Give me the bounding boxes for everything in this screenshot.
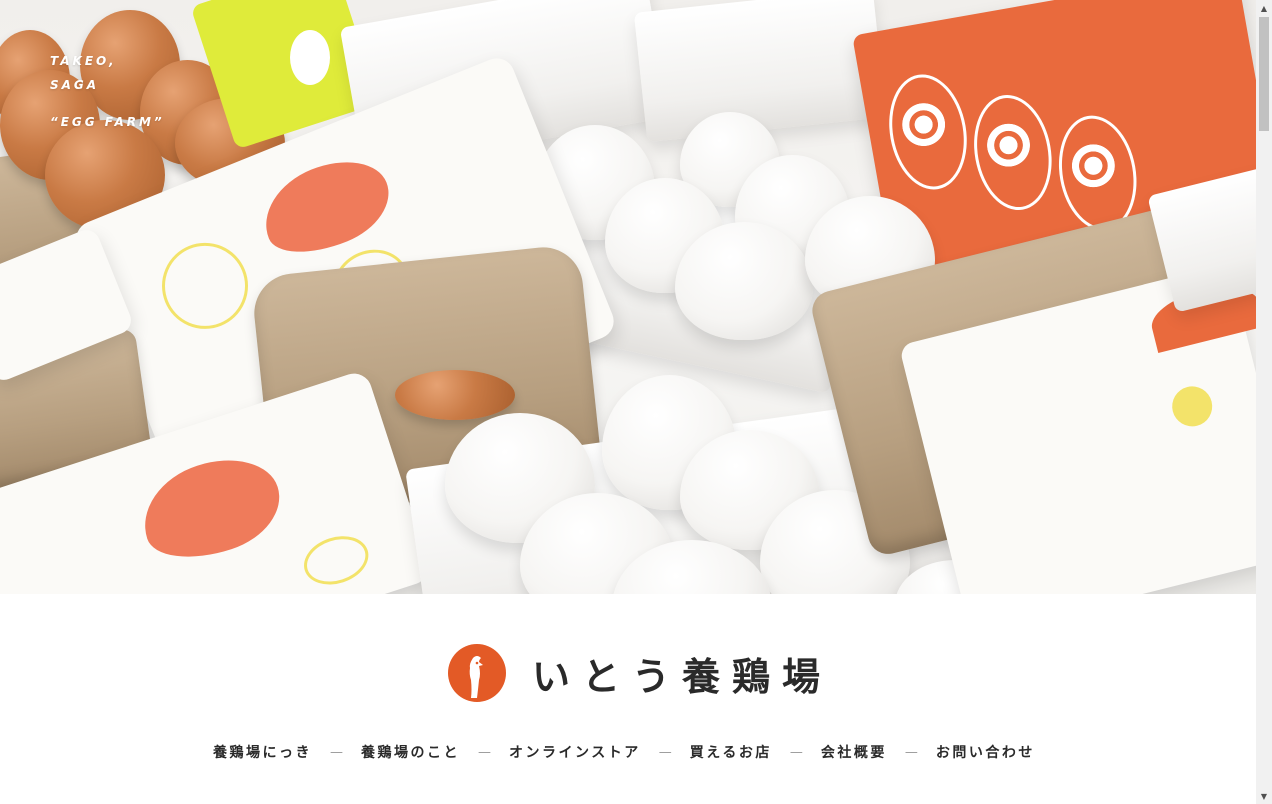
nav-link-about-farm[interactable]: 養鶏場のこと (361, 742, 460, 762)
nav-separator: — (330, 744, 343, 760)
nav-link-online-store[interactable]: オンラインストア (509, 742, 641, 762)
hero-tagline-line1: TAKEO, (50, 54, 117, 68)
nav-separator: — (478, 744, 491, 760)
main-nav: 養鶏場にっき — 養鶏場のこと — オンラインストア — 買えるお店 — 会社概… (213, 740, 1035, 764)
nav-link-company[interactable]: 会社概要 (821, 742, 887, 762)
nav-separator: — (658, 744, 672, 760)
nav-link-diary[interactable]: 養鶏場にっき (213, 742, 312, 762)
nav-link-contact[interactable]: お問い合わせ (936, 742, 1035, 762)
white-carton (633, 0, 887, 143)
rooster-logo-icon (448, 644, 506, 702)
nav-link-shops[interactable]: 買えるお店 (690, 742, 772, 762)
sleeve-dot (290, 30, 330, 85)
brand-home-link[interactable]: いとう養鶏場 (448, 644, 832, 702)
scroll-up-arrow-icon[interactable]: ▲ (1256, 0, 1272, 16)
nav-separator: — (789, 744, 803, 760)
brand-name: いとう養鶏場 (532, 654, 833, 699)
hero-photo: TAKEO, SAGA “EGG FARM” (0, 0, 1256, 594)
nav-separator: — (904, 744, 918, 760)
page: TAKEO, SAGA “EGG FARM” いとう養鶏場 養鶏場にっき — 養… (0, 0, 1256, 804)
brown-egg (395, 370, 515, 420)
vertical-scrollbar[interactable]: ▲ ▼ (1256, 0, 1272, 804)
hero-tagline-line2: SAGA (50, 78, 100, 92)
hero-tagline-line3: “EGG FARM” (50, 115, 165, 129)
scroll-down-arrow-icon[interactable]: ▼ (1256, 788, 1272, 804)
scrollbar-thumb[interactable] (1259, 17, 1269, 131)
